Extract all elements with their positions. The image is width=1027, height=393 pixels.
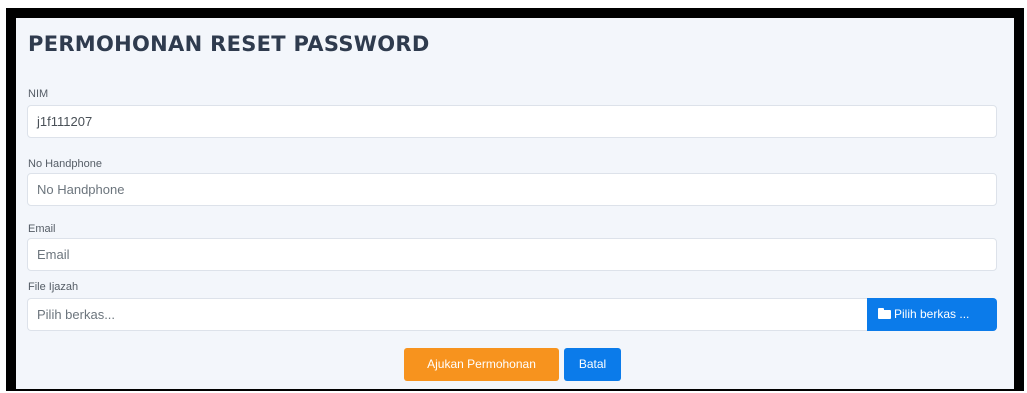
file-name-field[interactable]: Pilih berkas...: [27, 298, 867, 331]
file-label: File Ijazah: [28, 281, 79, 293]
nim-field[interactable]: j1f111207: [27, 105, 997, 138]
choose-file-button[interactable]: Pilih berkas ...: [867, 298, 997, 331]
file-input-group: Pilih berkas... Pilih berkas ...: [27, 298, 997, 331]
cancel-button[interactable]: Batal: [564, 348, 621, 381]
phone-label: No Handphone: [28, 158, 103, 170]
folder-open-icon: [878, 308, 891, 319]
submit-request-button[interactable]: Ajukan Permohonan: [404, 348, 559, 381]
choose-file-label: Pilih berkas ...: [894, 307, 970, 321]
email-label: Email: [28, 223, 56, 235]
page-title: PERMOHONAN RESET PASSWORD: [28, 32, 430, 56]
nim-label: NIM: [28, 88, 49, 100]
phone-field[interactable]: No Handphone: [27, 173, 997, 206]
email-field[interactable]: Email: [27, 238, 997, 271]
reset-password-panel: PERMOHONAN RESET PASSWORD NIM j1f111207 …: [6, 8, 1024, 391]
